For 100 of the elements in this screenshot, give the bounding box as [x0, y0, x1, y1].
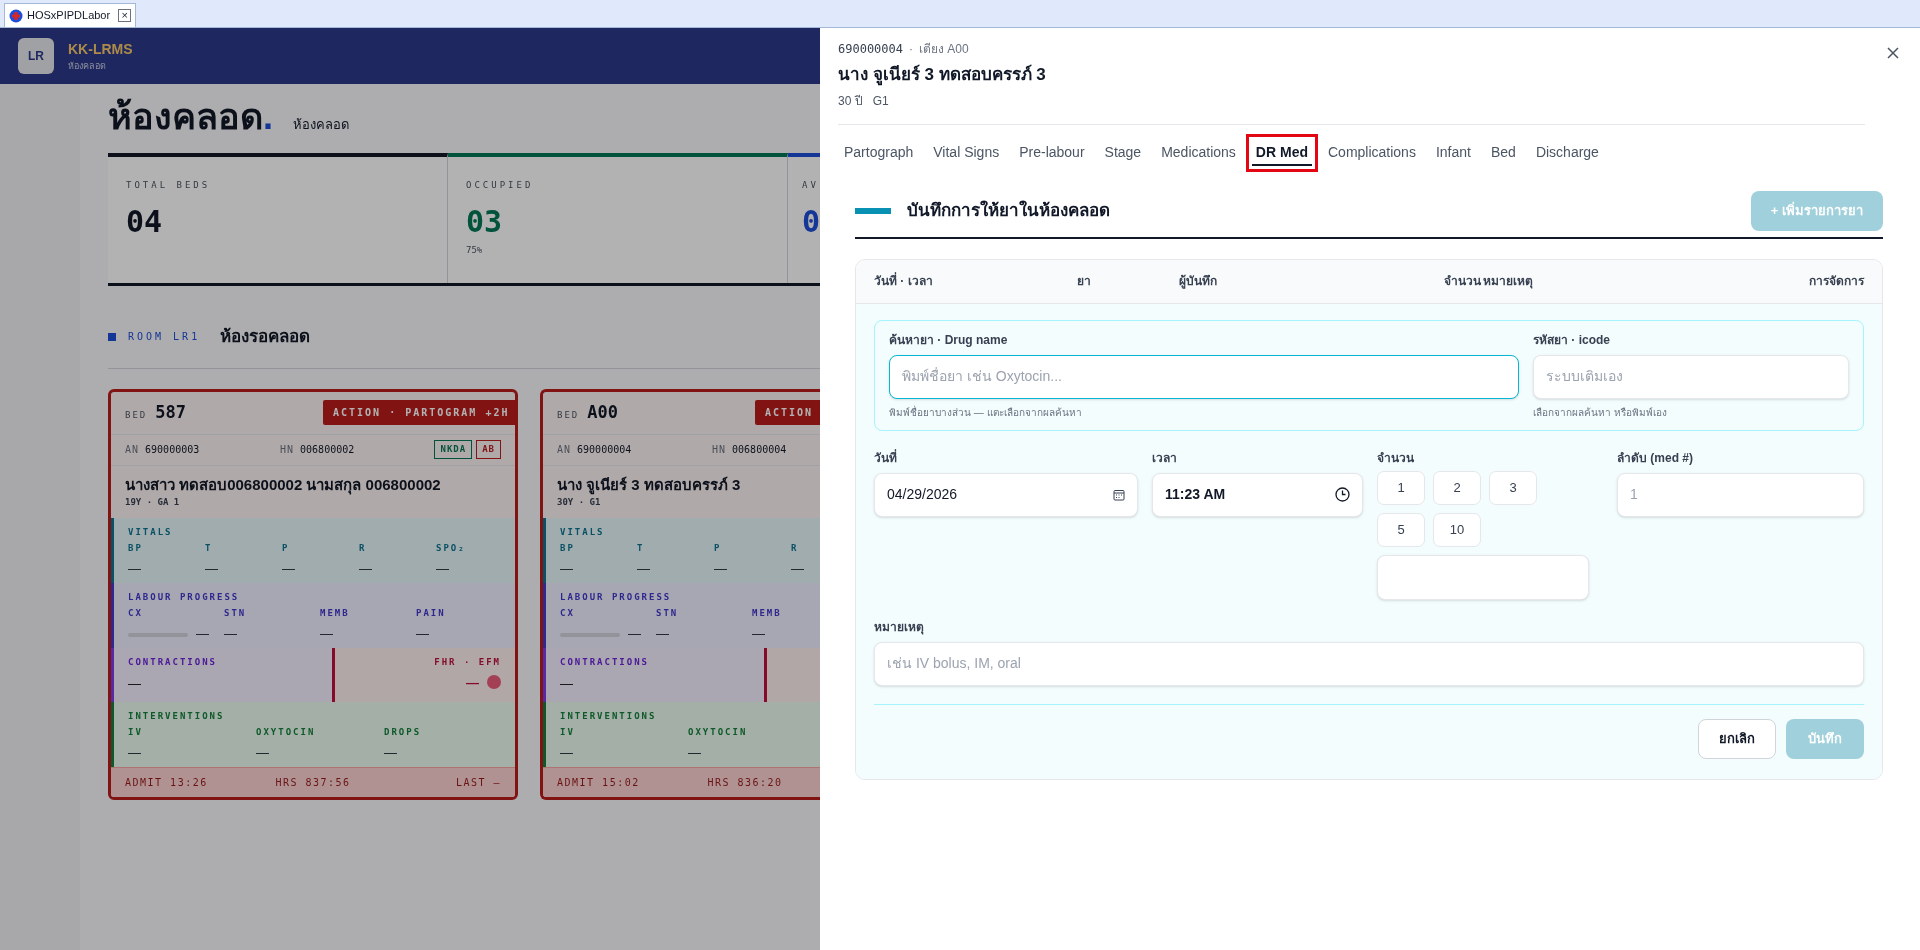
order-field[interactable]: 1: [1617, 472, 1864, 517]
time-field[interactable]: 11:23 AM: [1152, 472, 1363, 517]
field-label: CX: [560, 607, 576, 620]
icode-input[interactable]: ระบบเติมเอง: [1546, 366, 1836, 387]
field-value: —: [384, 745, 397, 759]
column-header: ผู้บันทึก: [1179, 273, 1218, 290]
section-label: FHR · EFM: [434, 655, 501, 669]
quantity-field[interactable]: [1377, 554, 1589, 600]
section-title: บันทึกการให้ยาในห้องคลอด: [907, 199, 1110, 222]
field-value: —: [466, 675, 479, 689]
field-value: —: [224, 626, 237, 640]
field-value: —: [560, 561, 573, 575]
app-name: KK-LRMS: [68, 39, 133, 59]
field-label: BP: [128, 542, 144, 555]
admit-time: ADMIT 15:02: [557, 775, 641, 790]
quantity-chip[interactable]: 10: [1433, 512, 1481, 547]
section-label: VITALS: [560, 525, 606, 539]
admit-time: ADMIT 13:26: [125, 775, 209, 790]
cancel-button[interactable]: ยกเลิก: [1698, 718, 1776, 759]
tab[interactable]: Stage: [1094, 133, 1152, 172]
field-label: R: [359, 542, 368, 555]
note-input[interactable]: เช่น IV bolus, IM, oral: [887, 653, 1851, 674]
room-marker-icon: [108, 332, 116, 341]
tab[interactable]: Bed: [1480, 133, 1526, 172]
tab[interactable]: Complications: [1318, 133, 1426, 172]
field-value: —: [128, 561, 141, 575]
quantity-chip[interactable]: 3: [1489, 470, 1537, 505]
stat-value: 0: [802, 202, 820, 241]
field-label: CX: [128, 607, 144, 620]
column-header: การจัดการ: [1808, 273, 1864, 290]
hn-label: HN: [712, 443, 727, 457]
hours-count: HRS 837:56: [274, 775, 352, 790]
field-label: IV: [128, 726, 144, 739]
drug-input[interactable]: พิมพ์ชื่อยา เช่น Oxytocin...: [902, 366, 1506, 387]
tab[interactable]: DR Med: [1245, 133, 1318, 172]
tab[interactable]: Medications: [1151, 133, 1246, 172]
bed-number: 587: [155, 400, 186, 424]
tab[interactable]: Infant: [1425, 133, 1481, 172]
field-label: BP: [560, 542, 576, 555]
section-label: INTERVENTIONS: [560, 709, 658, 723]
time-value: 11:23 AM: [1165, 485, 1227, 504]
patient-name: นาง จูเนียร์ 3 ทดสอบครรภ์ 3: [557, 474, 742, 496]
field-label: P: [282, 542, 291, 555]
stat-label: AV: [802, 179, 820, 192]
quantity-chip[interactable]: 1: [1377, 470, 1425, 505]
field-value: —: [752, 626, 765, 640]
field-value: —: [128, 745, 141, 759]
field-label: SPO₂: [436, 542, 467, 555]
stat-label: TOTAL BEDS: [126, 179, 212, 192]
field-value: —: [282, 561, 295, 575]
field-value: —: [656, 626, 669, 640]
field-value: —: [205, 561, 218, 575]
section-label: VITALS: [128, 525, 174, 539]
patient-name: นางสาว ทดสอบ006800002 นามสกุล 006800002: [125, 474, 442, 496]
title-mark: .: [263, 95, 273, 139]
field-label: STN: [224, 607, 248, 620]
drawer-an: 690000004: [838, 41, 904, 58]
app-logo: LR: [18, 38, 54, 74]
app-tab[interactable]: HOSxPIPDLabor ×: [4, 3, 137, 27]
tab[interactable]: Vital Signs: [923, 133, 1010, 172]
field-label: ลำดับ (med #): [1617, 449, 1694, 467]
page-subtitle: ห้องคลอด: [293, 116, 349, 134]
tab[interactable]: Discharge: [1525, 133, 1609, 172]
field-label: DROPS: [384, 726, 423, 739]
last-update: LAST —: [454, 775, 501, 790]
icode-field[interactable]: ระบบเติมเอง: [1533, 354, 1849, 399]
date-field[interactable]: 04/29/2026: [874, 472, 1138, 517]
bed-card[interactable]: [540, 388, 823, 800]
field-value: —: [688, 745, 701, 759]
app-subtitle: ห้องคลอด: [68, 59, 107, 73]
field-value: —: [628, 626, 641, 640]
tab[interactable]: Pre-labour: [1009, 133, 1095, 172]
tab-close-button[interactable]: ×: [118, 9, 132, 22]
field-label: T: [637, 542, 646, 555]
section-label: CONTRACTIONS: [128, 655, 219, 669]
drawer-bed: เตียง A00: [919, 41, 969, 58]
field-label: MEMB: [320, 607, 351, 620]
bed-number: A00: [587, 400, 618, 424]
field-label: เวลา: [1152, 449, 1178, 467]
order-input[interactable]: 1: [1630, 484, 1851, 505]
action-badge: ACTION: [755, 400, 823, 425]
patient-age: 30 ปี: [838, 92, 863, 110]
hours-count: HRS 836:20: [706, 775, 784, 790]
hn-number: 006800002: [300, 443, 355, 457]
field-value: —: [791, 561, 804, 575]
quantity-chip[interactable]: 5: [1377, 512, 1425, 547]
note-field[interactable]: เช่น IV bolus, IM, oral: [874, 641, 1864, 686]
field-hint: พิมพ์ชื่อยาบางส่วน — แตะเลือกจากผลค้นหา: [889, 404, 1083, 420]
bed-card[interactable]: [108, 388, 518, 800]
drug-search-field[interactable]: พิมพ์ชื่อยา เช่น Oxytocin...: [889, 354, 1519, 399]
field-label: P: [714, 542, 723, 555]
section-label: LABOUR PROGRESS: [128, 590, 241, 604]
field-value: —: [560, 745, 573, 759]
column-header: จำนวน: [1444, 273, 1482, 290]
field-label: IV: [560, 726, 576, 739]
quantity-chip[interactable]: 2: [1433, 470, 1481, 505]
field-label: OXYTOCIN: [256, 726, 317, 739]
field-label: วันที่: [874, 448, 898, 467]
room-code: ROOM LR1: [128, 330, 201, 345]
tab[interactable]: Partograph: [834, 133, 924, 172]
